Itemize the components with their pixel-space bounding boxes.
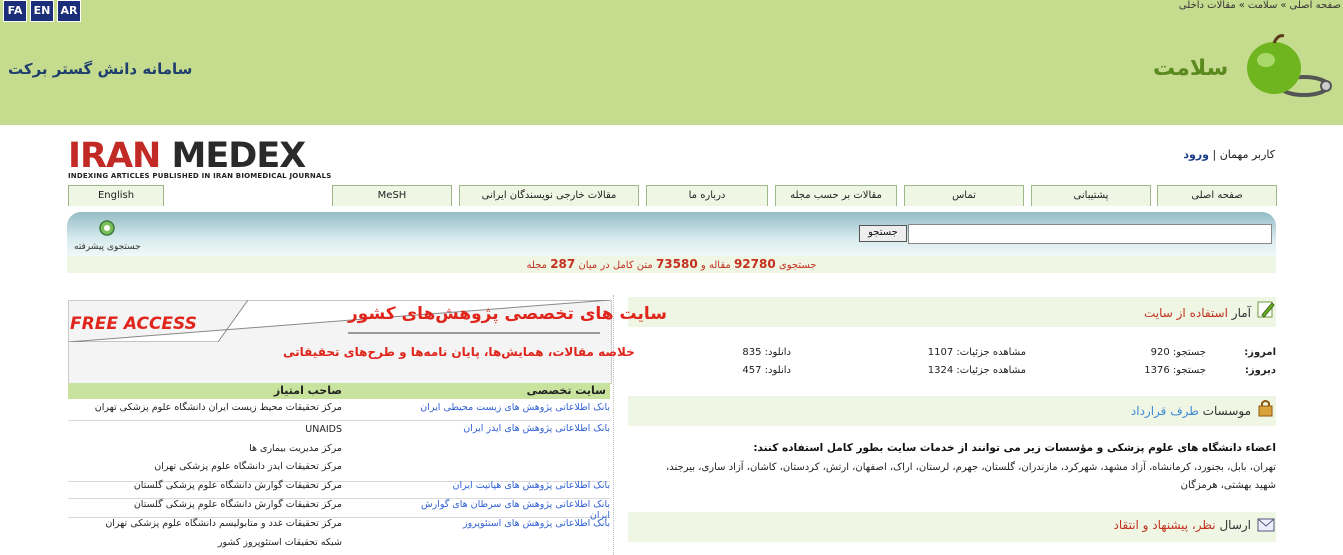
breadcrumb-separator: » <box>1280 0 1287 11</box>
lock-icon <box>1256 398 1276 421</box>
iranmedex-logo[interactable]: IRAN MEDEX INDEXING ARTICLES PUBLISHED I… <box>68 139 332 181</box>
stats-mid1: مقاله و <box>700 260 731 271</box>
today-searches: جستجو: 920 <box>1150 347 1206 358</box>
site-owner: مرکز تحقیقات ایدز دانشگاه علوم پزشکی تهر… <box>154 461 342 472</box>
pencil-icon <box>1256 300 1276 323</box>
lang-fa-button[interactable]: FA <box>3 0 27 22</box>
table-row: بانک اطلاعاتی پژوهش های ایدز ایران UNAID… <box>68 423 610 482</box>
advanced-search-link[interactable]: جستجوی پیشرفته <box>74 219 141 252</box>
today-downloads: دانلود: 835 <box>742 347 791 358</box>
articles-count: 92780 <box>733 257 776 271</box>
user-status: کاربر مهمان | ورود <box>1183 148 1275 161</box>
guest-label: کاربر مهمان <box>1219 148 1275 161</box>
tab-english[interactable]: English <box>68 185 164 206</box>
tab-home[interactable]: صفحه اصلی <box>1157 185 1277 206</box>
feedback-title-a: ارسال <box>1219 518 1251 532</box>
breadcrumb-separator: » <box>1238 0 1245 11</box>
site-link[interactable]: بانک اطلاعاتی پژوهش های استئوپروز <box>410 518 610 529</box>
usage-stats-title: آمار استفاده از سایت <box>1144 306 1251 320</box>
system-title: سامانه دانش گستر برکت <box>8 60 193 78</box>
site-owner: مرکز تحقیقات محیط زیست ایران دانشگاه علو… <box>94 402 342 413</box>
site-link[interactable]: بانک اطلاعاتی پژوهش های زیست محیطی ایران <box>410 402 610 413</box>
lang-ar-button[interactable]: AR <box>57 0 81 22</box>
table-row: بانک اطلاعاتی پژوهش های استئوپروز مرکز ت… <box>68 518 610 554</box>
lang-en-button[interactable]: EN <box>30 0 54 22</box>
yesterday-views: مشاهده جزئیات: 1324 <box>927 365 1026 376</box>
breadcrumb: صفحه اصلی»سلامت»مقالات داخلی <box>1179 0 1341 11</box>
col-owner-header: صاحب امتیاز <box>273 384 342 397</box>
tab-about[interactable]: درباره ما <box>646 185 768 206</box>
advanced-search-label: جستجوی پیشرفته <box>74 242 141 252</box>
breadcrumb-home[interactable]: صفحه اصلی <box>1290 0 1341 11</box>
contract-title-a: موسسات <box>1202 404 1251 418</box>
fulltext-count: 73580 <box>655 257 698 271</box>
site-owner: مرکز تحقیقات غدد و متابولیسم دانشگاه علو… <box>105 518 342 529</box>
brand-name: سلامت <box>1153 56 1229 81</box>
stats-mid2: متن کامل در میان <box>578 260 653 271</box>
journals-count: 287 <box>550 257 576 271</box>
sites-table-header: سایت تخصصی صاحب امتیاز <box>68 383 610 399</box>
yesterday-downloads: دانلود: 457 <box>742 365 791 376</box>
specialized-sites-subtitle: خلاصه مقالات، همایش‌ها، پایان نامه‌ها و … <box>283 345 635 359</box>
contract-list: تهران، بابل، بجنورد، کرمانشاه، آزاد مشهد… <box>666 462 1276 491</box>
site-owner: UNAIDS <box>305 424 342 435</box>
tab-contact[interactable]: تماس <box>904 185 1024 206</box>
title-underline <box>348 332 600 334</box>
tab-support[interactable]: پشتیبانی <box>1031 185 1151 206</box>
logo-subtitle: INDEXING ARTICLES PUBLISHED IN IRAN BIOM… <box>68 172 332 180</box>
search-stats: جستجوی 92780 مقاله و 73580 متن کامل در م… <box>67 256 1276 273</box>
usage-title-b: استفاده از سایت <box>1143 306 1228 320</box>
mail-icon <box>1256 514 1276 537</box>
breadcrumb-health[interactable]: سلامت <box>1248 0 1278 11</box>
col-site-header: سایت تخصصی <box>526 384 606 397</box>
site-owner: مرکز تحقیقات گوارش دانشگاه علوم پزشکی گل… <box>133 480 342 491</box>
logo-part2: MEDEX <box>171 136 307 176</box>
logo-part1: IRAN <box>68 136 161 176</box>
yesterday-stats: دیروز: جستجو: 1376 مشاهده جزئیات: 1324 د… <box>628 365 1276 379</box>
contract-title: موسسات طرف قرارداد <box>1131 404 1251 418</box>
search-button[interactable]: جستجو <box>859 225 907 242</box>
column-divider <box>613 295 614 555</box>
site-owner: شبکه تحقیقات استئوپروز کشور <box>217 537 342 548</box>
site-owner: مرکز تحقیقات گوارش دانشگاه علوم پزشکی گل… <box>133 499 342 510</box>
table-row: بانک اطلاعاتی پژوهش های سرطان های گوارش … <box>68 499 610 521</box>
usage-title-a: آمار <box>1231 306 1251 320</box>
stats-suffix: مجله <box>526 260 547 271</box>
site-owner: مرکز مدیریت بیماری ها <box>249 443 342 454</box>
user-separator: | <box>1212 148 1217 161</box>
yesterday-searches: جستجو: 1376 <box>1144 365 1206 376</box>
breadcrumb-current: مقالات داخلی <box>1178 0 1236 11</box>
site-link[interactable]: بانک اطلاعاتی پژوهش های ایدز ایران <box>410 423 610 434</box>
site-header <box>0 0 1343 125</box>
site-link[interactable]: بانک اطلاعاتی پژوهش های هپاتیت ایران <box>410 480 610 491</box>
contract-title-b: طرف قرارداد <box>1130 404 1199 418</box>
advanced-search-icon <box>99 220 116 236</box>
specialized-sites-title: سایت های تخصصی پژوهش‌های کشور <box>348 304 667 324</box>
table-row: بانک اطلاعاتی پژوهش های زیست محیطی ایران… <box>68 402 610 421</box>
apple-stethoscope-icon <box>1240 34 1332 103</box>
yesterday-label: دیروز: <box>1244 365 1276 376</box>
stats-prefix: جستجوی <box>778 260 817 271</box>
login-link[interactable]: ورود <box>1183 148 1209 161</box>
feedback-title[interactable]: ارسال نظر، پیشنهاد و انتقاد <box>1114 518 1252 532</box>
tab-journals[interactable]: مقالات بر حسب مجله <box>775 185 897 206</box>
language-switcher: FA EN AR <box>3 0 81 22</box>
today-label: امروز: <box>1244 347 1276 358</box>
free-access-label: FREE ACCESS <box>70 314 197 334</box>
contract-intro: اعضاء دانشگاه های علوم پزشکی و مؤسسات زی… <box>753 442 1276 454</box>
today-views: مشاهده جزئیات: 1107 <box>927 347 1026 358</box>
today-stats: امروز: جستجو: 920 مشاهده جزئیات: 1107 دا… <box>628 347 1276 361</box>
feedback-title-b: نظر، پیشنهاد و انتقاد <box>1113 518 1216 532</box>
table-row: بانک اطلاعاتی پژوهش های هپاتیت ایران مرک… <box>68 480 610 499</box>
tab-foreign-articles[interactable]: مقالات خارجی نویسندگان ایرانی <box>459 185 639 206</box>
tab-mesh[interactable]: MeSH <box>332 185 452 206</box>
search-input[interactable] <box>908 224 1272 244</box>
